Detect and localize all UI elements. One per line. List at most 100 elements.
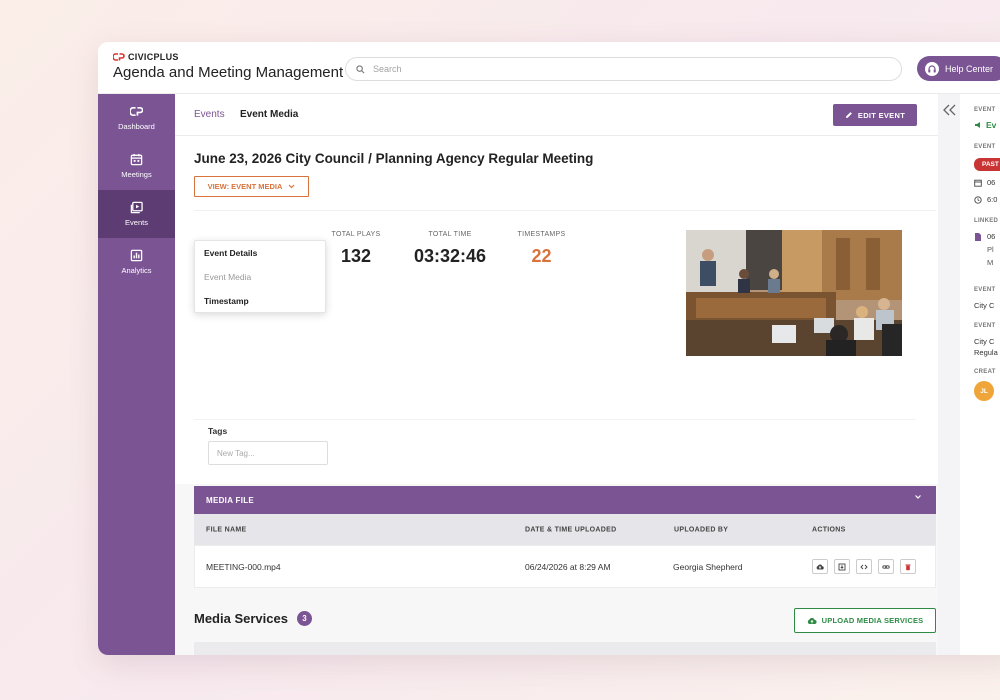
- event-status-label: EVENT: [974, 144, 996, 150]
- chevron-down-icon: [289, 184, 295, 189]
- table-row: MEETING-000.mp4 06/24/2026 at 8:29 AM Ge…: [194, 545, 936, 588]
- file-name: MEETING-000.mp4: [206, 561, 281, 572]
- event-type-label: EVENT: [974, 107, 996, 113]
- uploaded-date: 06/24/2026 at 8:29 AM: [525, 561, 611, 572]
- media-file-title: MEDIA FILE: [206, 495, 255, 505]
- link-icon[interactable]: [878, 559, 894, 574]
- media-services-count-badge: 3: [296, 611, 312, 626]
- event-type-text: Ev: [986, 120, 997, 130]
- status-badge: PAST: [974, 158, 1000, 171]
- brand-name: CIVICPLUS: [128, 52, 179, 62]
- app-window: CIVICPLUS Agenda and Meeting Management …: [98, 42, 1000, 655]
- event-time: 6:0: [974, 195, 997, 204]
- search-icon: [356, 64, 365, 73]
- app-title: Agenda and Meeting Management: [113, 64, 344, 81]
- event-description-label: EVENT: [974, 323, 996, 329]
- civicplus-logo[interactable]: CIVICPLUS: [113, 52, 343, 62]
- tags-label: Tags: [208, 426, 228, 436]
- new-tag-input[interactable]: [208, 441, 328, 465]
- embed-code-icon[interactable]: [856, 559, 872, 574]
- trash-icon[interactable]: [900, 559, 916, 574]
- search-bar[interactable]: [345, 57, 902, 81]
- panel-collapse-strip: [938, 94, 960, 655]
- sidebar: Dashboard Meetings Events Analytics: [98, 94, 175, 655]
- column-header: UPLOADED BY: [674, 526, 729, 533]
- upload-media-services-button[interactable]: UPLOAD MEDIA SERVICES: [794, 608, 936, 633]
- megaphone-icon: [975, 122, 980, 128]
- top-bar: CIVICPLUS Agenda and Meeting Management …: [98, 42, 1000, 94]
- event-description-line: Regula: [974, 348, 998, 357]
- sidebar-item-label: Dashboard: [118, 122, 155, 131]
- edit-event-label: EDIT EVENT: [857, 110, 906, 120]
- search-input[interactable]: [373, 64, 864, 74]
- linked-item[interactable]: 06 Pl M: [974, 232, 995, 267]
- dropdown-item-event-media: Event Media: [204, 272, 252, 282]
- download-icon[interactable]: [834, 559, 850, 574]
- double-chevron-left-icon[interactable]: [941, 104, 957, 116]
- stat-total-plays: TOTAL PLAYS 132: [331, 231, 381, 267]
- page-title: June 23, 2026 City Council / Planning Ag…: [194, 151, 594, 166]
- help-center-button[interactable]: Help Center: [917, 56, 1000, 81]
- created-by-label: CREAT: [974, 369, 996, 375]
- stat-value: 03:32:46: [413, 246, 487, 266]
- sidebar-item-dashboard[interactable]: Dashboard: [98, 94, 175, 142]
- column-header: DATE & TIME UPLOADED: [525, 526, 617, 533]
- linked-label: LINKED: [974, 218, 999, 224]
- linked-line: Pl: [987, 245, 994, 254]
- calendar-icon: [974, 179, 982, 187]
- help-center-label: Help Center: [945, 63, 994, 74]
- event-name-label: EVENT: [974, 287, 996, 293]
- media-table-header: FILE NAME DATE & TIME UPLOADED UPLOADED …: [194, 514, 936, 545]
- event-details-panel: EVENT Ev EVENT PAST 06 6:0 LINKED 06 Pl …: [938, 94, 1000, 655]
- uploaded-by: Georgia Shepherd: [673, 561, 743, 572]
- sidebar-item-analytics[interactable]: Analytics: [98, 238, 175, 286]
- event-time-value: 6:0: [987, 195, 998, 204]
- view-selector-label: VIEW: EVENT MEDIA: [207, 182, 283, 191]
- dashboard-icon: [130, 106, 143, 117]
- event-name-value: City C: [974, 301, 995, 310]
- chevron-down-icon[interactable]: [914, 494, 922, 500]
- sidebar-item-label: Analytics: [121, 266, 152, 275]
- dropdown-item-timestamp[interactable]: Timestamp: [195, 289, 325, 313]
- event-date: 06: [974, 178, 995, 187]
- breadcrumb-events-link[interactable]: Events: [194, 109, 225, 120]
- edit-event-button[interactable]: EDIT EVENT: [833, 104, 917, 126]
- stat-label: TIMESTAMPS: [517, 231, 566, 238]
- media-icon: [130, 201, 143, 214]
- video-thumbnail[interactable]: [686, 230, 902, 356]
- sidebar-item-events[interactable]: Events: [98, 190, 175, 238]
- media-file-header[interactable]: MEDIA FILE: [194, 486, 936, 514]
- row-actions: [812, 559, 916, 574]
- chart-icon: [130, 249, 143, 262]
- civicplus-logo-icon: [113, 53, 125, 61]
- stat-value: 132: [340, 246, 372, 266]
- brand: CIVICPLUS Agenda and Meeting Management: [113, 52, 343, 81]
- dropdown-item-event-details[interactable]: Event Details: [195, 241, 325, 265]
- view-selector-button[interactable]: VIEW: EVENT MEDIA: [194, 176, 309, 197]
- pencil-icon: [845, 112, 852, 118]
- sidebar-item-meetings[interactable]: Meetings: [98, 142, 175, 190]
- avatar[interactable]: JL: [974, 381, 994, 401]
- sidebar-item-label: Meetings: [121, 170, 152, 179]
- stat-value: 22: [531, 246, 552, 266]
- event-type-value: Ev: [974, 120, 996, 130]
- sidebar-item-label: Events: [125, 218, 148, 227]
- cloud-upload-icon[interactable]: [812, 559, 828, 574]
- event-date-value: 06: [987, 178, 996, 187]
- clock-icon: [974, 195, 982, 204]
- upload-media-services-label: UPLOAD MEDIA SERVICES: [821, 616, 924, 625]
- linked-line: 06: [987, 232, 996, 241]
- column-header: ACTIONS: [812, 526, 846, 533]
- stat-label: TOTAL PLAYS: [331, 231, 381, 238]
- document-icon: [975, 233, 981, 241]
- stat-total-time: TOTAL TIME 03:32:46: [406, 231, 494, 267]
- tags-section: Tags: [194, 419, 916, 473]
- media-services-section-title: Media Services 3: [194, 611, 312, 626]
- cloud-upload-icon: [807, 617, 817, 624]
- breadcrumb-current: Event Media: [240, 109, 299, 120]
- main-content: Events Event Media EDIT EVENT June 23, 2…: [175, 94, 938, 655]
- calendar-icon: [130, 153, 143, 166]
- media-services-list: [194, 642, 936, 655]
- headset-icon: [925, 61, 939, 76]
- event-description-line: City C: [974, 337, 995, 346]
